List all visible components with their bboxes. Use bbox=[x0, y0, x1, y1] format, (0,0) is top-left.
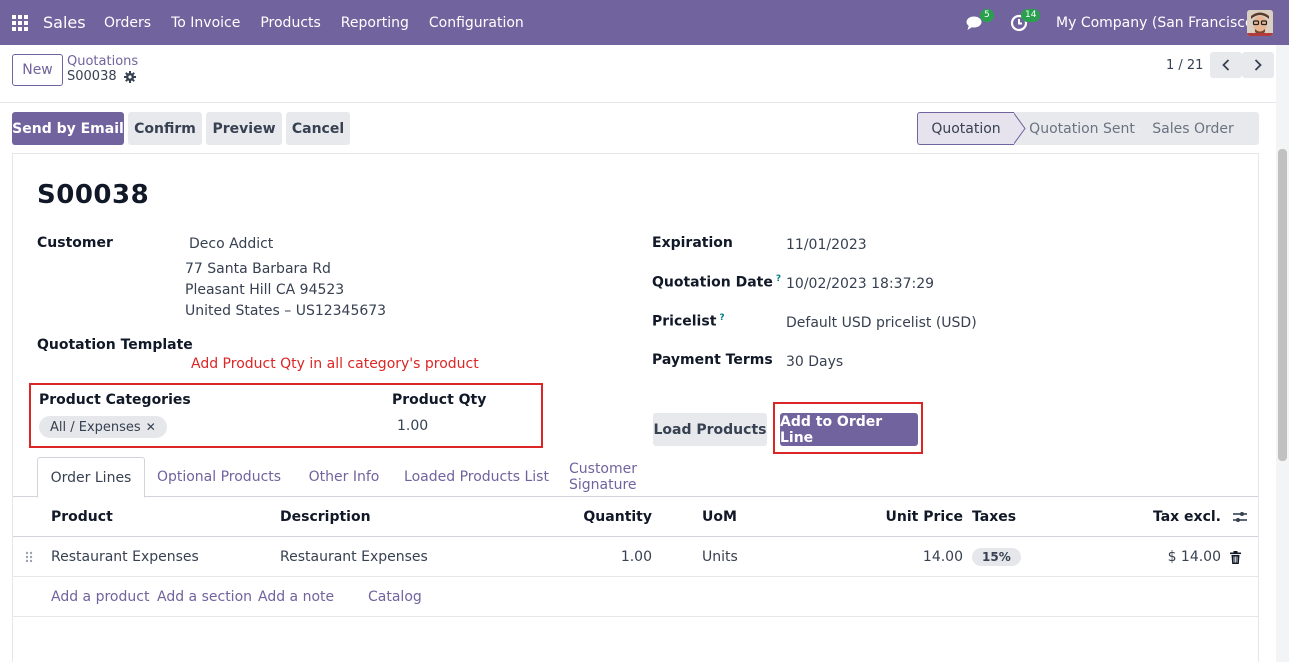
breadcrumb-current: S00038 bbox=[67, 69, 117, 84]
user-avatar[interactable] bbox=[1247, 0, 1273, 45]
company-switcher[interactable]: My Company (San Francisco) bbox=[1056, 0, 1259, 45]
line-subtotal: $ 14.00 bbox=[1167, 549, 1221, 565]
pricelist-label: Pricelist? bbox=[652, 313, 725, 330]
top-navbar: Sales Orders To Invoice Products Reporti… bbox=[0, 0, 1289, 45]
page-scrollbar[interactable] bbox=[1276, 45, 1289, 662]
line-taxes[interactable]: 15% bbox=[972, 537, 1021, 577]
optional-columns-icon[interactable] bbox=[1233, 497, 1247, 537]
close-icon[interactable]: ✕ bbox=[146, 420, 156, 434]
preview-button[interactable]: Preview bbox=[206, 112, 282, 145]
main-menu: Orders To Invoice Products Reporting Con… bbox=[104, 0, 544, 45]
tab-order-lines[interactable]: Order Lines bbox=[37, 457, 145, 498]
line-description[interactable]: Restaurant Expenses bbox=[280, 537, 428, 577]
activities-count-badge: 14 bbox=[1021, 9, 1041, 22]
scrollbar-thumb[interactable] bbox=[1278, 149, 1287, 461]
pager-next-button[interactable] bbox=[1242, 52, 1274, 78]
quotation-date-label: Quotation Date? bbox=[652, 274, 781, 291]
tab-optional-products[interactable]: Optional Products bbox=[155, 457, 283, 497]
add-section-link[interactable]: Add a section bbox=[157, 577, 252, 617]
order-lines-header: Product Description Quantity UoM Unit Pr… bbox=[13, 497, 1258, 537]
customer-address-line1: 77 Santa Barbara Rd bbox=[185, 261, 331, 277]
product-qty-input[interactable]: 1.00 bbox=[397, 418, 428, 434]
table-row[interactable]: Restaurant Expenses Restaurant Expenses … bbox=[13, 537, 1258, 577]
activities-button[interactable]: 14 bbox=[1010, 0, 1041, 45]
control-panel: New Quotations S00038 1 / 21 bbox=[0, 45, 1289, 103]
tab-customer-signature[interactable]: Customer Signature bbox=[569, 457, 707, 497]
payment-terms-label: Payment Terms bbox=[652, 352, 773, 368]
pager-previous-button[interactable] bbox=[1210, 52, 1242, 78]
annotation-note: Add Product Qty in all category's produc… bbox=[191, 356, 479, 372]
new-button[interactable]: New bbox=[12, 54, 63, 86]
quotation-date-label-text: Quotation Date bbox=[652, 274, 773, 291]
add-note-link[interactable]: Add a note bbox=[258, 577, 334, 617]
customer-address-line2: Pleasant Hill CA 94523 bbox=[185, 282, 345, 298]
line-product[interactable]: Restaurant Expenses bbox=[51, 537, 199, 577]
menu-orders[interactable]: Orders bbox=[104, 15, 151, 31]
product-category-tag-label: All / Expenses bbox=[50, 419, 141, 435]
pricelist-field[interactable]: Default USD pricelist (USD) bbox=[786, 315, 977, 331]
column-description[interactable]: Description bbox=[280, 497, 371, 537]
notebook-tabs: Order Lines Optional Products Other Info… bbox=[13, 457, 1258, 498]
column-uom[interactable]: UoM bbox=[702, 497, 737, 537]
add-product-link[interactable]: Add a product bbox=[51, 577, 149, 617]
pricelist-label-text: Pricelist bbox=[652, 313, 717, 330]
customer-name[interactable]: Deco Addict bbox=[189, 236, 273, 252]
gear-icon[interactable] bbox=[123, 70, 136, 83]
trash-icon[interactable] bbox=[1230, 537, 1241, 577]
chevron-left-icon bbox=[1222, 59, 1230, 71]
product-category-tag[interactable]: All / Expenses ✕ bbox=[39, 416, 167, 438]
customer-label: Customer bbox=[37, 235, 113, 251]
apps-menu-icon[interactable] bbox=[12, 0, 32, 45]
load-products-button[interactable]: Load Products bbox=[653, 413, 767, 446]
help-icon[interactable]: ? bbox=[776, 274, 781, 284]
status-bar: Sales Order Quotation Sent Quotation bbox=[917, 112, 1259, 145]
help-icon[interactable]: ? bbox=[719, 313, 724, 323]
cancel-button[interactable]: Cancel bbox=[286, 112, 350, 145]
menu-configuration[interactable]: Configuration bbox=[429, 15, 524, 31]
line-quantity[interactable]: 1.00 bbox=[583, 537, 652, 577]
customer-address-line3: United States – US12345673 bbox=[185, 303, 387, 319]
breadcrumb-quotations[interactable]: Quotations bbox=[67, 54, 138, 69]
avatar-image bbox=[1247, 9, 1273, 36]
drag-handle-icon[interactable] bbox=[25, 537, 33, 577]
confirm-button[interactable]: Confirm bbox=[128, 112, 202, 145]
form-sheet: S00038 Customer Deco Addict 77 Santa Bar… bbox=[12, 153, 1259, 662]
quotation-date-field[interactable]: 10/02/2023 18:37:29 bbox=[786, 276, 934, 292]
column-quantity[interactable]: Quantity bbox=[583, 497, 652, 537]
column-unit-price[interactable]: Unit Price bbox=[873, 497, 963, 537]
line-uom[interactable]: Units bbox=[702, 537, 738, 577]
column-product[interactable]: Product bbox=[51, 497, 113, 537]
record-title: S00038 bbox=[37, 180, 150, 210]
add-to-order-line-button[interactable]: Add to Order Line bbox=[780, 413, 918, 446]
stage-quotation-sent[interactable]: Quotation Sent bbox=[1013, 112, 1137, 145]
column-tax-excl[interactable]: Tax excl. bbox=[1133, 497, 1221, 537]
quotation-template-label: Quotation Template bbox=[37, 337, 193, 353]
messaging-button[interactable]: 5 bbox=[966, 0, 994, 45]
chevron-right-icon bbox=[1254, 59, 1262, 71]
stage-arrow bbox=[1013, 112, 1026, 145]
line-unit-price[interactable]: 14.00 bbox=[873, 537, 963, 577]
messages-count-badge: 5 bbox=[980, 9, 994, 22]
product-qty-label: Product Qty bbox=[392, 392, 487, 408]
app-name[interactable]: Sales bbox=[43, 0, 86, 45]
expiration-label: Expiration bbox=[652, 235, 733, 251]
breadcrumb: S00038 bbox=[67, 69, 136, 84]
menu-reporting[interactable]: Reporting bbox=[341, 15, 409, 31]
send-by-email-button[interactable]: Send by Email bbox=[12, 112, 124, 145]
column-taxes[interactable]: Taxes bbox=[972, 497, 1016, 537]
product-categories-label: Product Categories bbox=[39, 392, 191, 408]
pager-value[interactable]: 1 / 21 bbox=[1166, 58, 1203, 73]
stage-quotation[interactable]: Quotation bbox=[917, 112, 1014, 145]
expiration-field[interactable]: 11/01/2023 bbox=[786, 237, 867, 253]
tab-other-info[interactable]: Other Info bbox=[300, 457, 388, 497]
menu-to-invoice[interactable]: To Invoice bbox=[171, 15, 240, 31]
tax-badge: 15% bbox=[972, 548, 1021, 566]
payment-terms-field[interactable]: 30 Days bbox=[786, 354, 843, 370]
tab-loaded-products-list[interactable]: Loaded Products List bbox=[403, 457, 550, 497]
catalog-link[interactable]: Catalog bbox=[368, 577, 422, 617]
add-line-row: Add a product Add a section Add a note C… bbox=[13, 577, 1258, 617]
menu-products[interactable]: Products bbox=[260, 15, 320, 31]
